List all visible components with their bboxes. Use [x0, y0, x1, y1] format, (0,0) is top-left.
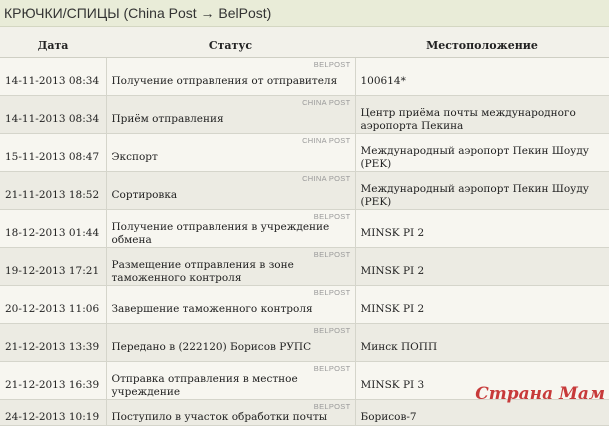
row-status-cell: BELPOST Поступило в участок обработки поч… — [105, 399, 356, 426]
row-status-cell: CHINA POST Сортировка — [105, 171, 356, 210]
row-location: MINSK PI 2 — [355, 285, 609, 324]
table-row: 20-12-2013 11:06 BELPOST Завершение тамож… — [0, 285, 609, 324]
service-tag: BELPOST — [313, 326, 351, 335]
table-row: 14-11-2013 08:34 BELPOST Получение отправ… — [0, 57, 609, 96]
watermark-logo: Страна Мам — [475, 384, 605, 404]
table-row: 15-11-2013 08:47 CHINA POST Экспорт Между… — [0, 133, 609, 172]
row-status-cell: CHINA POST Экспорт — [105, 133, 356, 172]
row-location: Международный аэропорт Пекин Шоуду (PEK) — [355, 133, 609, 172]
row-status-cell: BELPOST Размещение отправления в зоне там… — [105, 247, 356, 286]
row-status-cell: BELPOST Передано в (222120) Борисов РУПС — [105, 323, 356, 362]
row-date: 19-12-2013 17:21 — [0, 247, 106, 286]
service-tag: BELPOST — [313, 288, 351, 297]
row-date: 14-11-2013 08:34 — [0, 95, 106, 134]
table-row: 19-12-2013 17:21 BELPOST Размещение отпра… — [0, 247, 609, 286]
row-date: 20-12-2013 11:06 — [0, 285, 106, 324]
row-status: Сортировка — [111, 189, 178, 201]
table-row: 21-11-2013 18:52 CHINA POST Сортировка Ме… — [0, 171, 609, 210]
row-location: Центр приёма почты международного аэропо… — [355, 95, 609, 134]
row-status: Поступило в участок обработки почты — [111, 411, 328, 423]
row-status: Размещение отправления в зоне таможенног… — [111, 258, 294, 284]
row-status: Отправка отправления в местное учреждени… — [111, 372, 298, 398]
row-date: 24-12-2013 10:19 — [0, 399, 106, 426]
row-location: Международный аэропорт Пекин Шоуду (PEK) — [355, 171, 609, 210]
table-row: 21-12-2013 13:39 BELPOST Передано в (2221… — [0, 323, 609, 362]
row-status-cell: BELPOST Завершение таможенного контроля — [105, 285, 356, 324]
row-location: 100614* — [355, 57, 609, 96]
table-row: 14-11-2013 08:34 CHINA POST Приём отправл… — [0, 95, 609, 134]
row-location: MINSK PI 2 — [355, 209, 609, 248]
service-tag: BELPOST — [313, 212, 351, 221]
row-date: 15-11-2013 08:47 — [0, 133, 106, 172]
row-date: 21-11-2013 18:52 — [0, 171, 106, 210]
watermark-text: Страна Мам — [475, 384, 605, 404]
column-header-location: Местоположение — [355, 34, 609, 58]
row-location: MINSK PI 2 — [355, 247, 609, 286]
service-tag: CHINA POST — [302, 174, 351, 183]
page-title: КРЮЧКИ/СПИЦЫ (China Post → BelPost) — [0, 0, 609, 27]
row-status-cell: BELPOST Получение отправления от отправит… — [105, 57, 356, 96]
row-status-cell: CHINA POST Приём отправления — [105, 95, 356, 134]
row-date: 14-11-2013 08:34 — [0, 57, 106, 96]
table-row: 18-12-2013 01:44 BELPOST Получение отправ… — [0, 209, 609, 248]
row-status-cell: BELPOST Получение отправления в учреждени… — [105, 209, 356, 248]
service-tag: CHINA POST — [302, 136, 351, 145]
service-tag: CHINA POST — [302, 98, 351, 107]
row-status: Получение отправления от отправителя — [111, 75, 338, 87]
row-date: 21-12-2013 16:39 — [0, 361, 106, 400]
row-status: Приём отправления — [111, 113, 224, 125]
row-date: 18-12-2013 01:44 — [0, 209, 106, 248]
table-header-row: Дата Статус Местоположение — [0, 34, 609, 58]
service-tag: BELPOST — [313, 250, 351, 259]
row-status-cell: BELPOST Отправка отправления в местное уч… — [105, 361, 356, 400]
service-tag: BELPOST — [313, 364, 351, 373]
row-status: Экспорт — [111, 151, 158, 163]
column-header-date: Дата — [0, 34, 106, 58]
row-location: Минск ПОПП — [355, 323, 609, 362]
row-date: 21-12-2013 13:39 — [0, 323, 106, 362]
service-tag: BELPOST — [313, 60, 351, 69]
row-status: Передано в (222120) Борисов РУПС — [111, 341, 312, 353]
row-status: Получение отправления в учреждение обмен… — [111, 220, 330, 246]
row-status: Завершение таможенного контроля — [111, 303, 313, 315]
column-header-status: Статус — [106, 34, 355, 58]
tracking-table: Дата Статус Местоположение 14-11-2013 08… — [0, 34, 609, 426]
